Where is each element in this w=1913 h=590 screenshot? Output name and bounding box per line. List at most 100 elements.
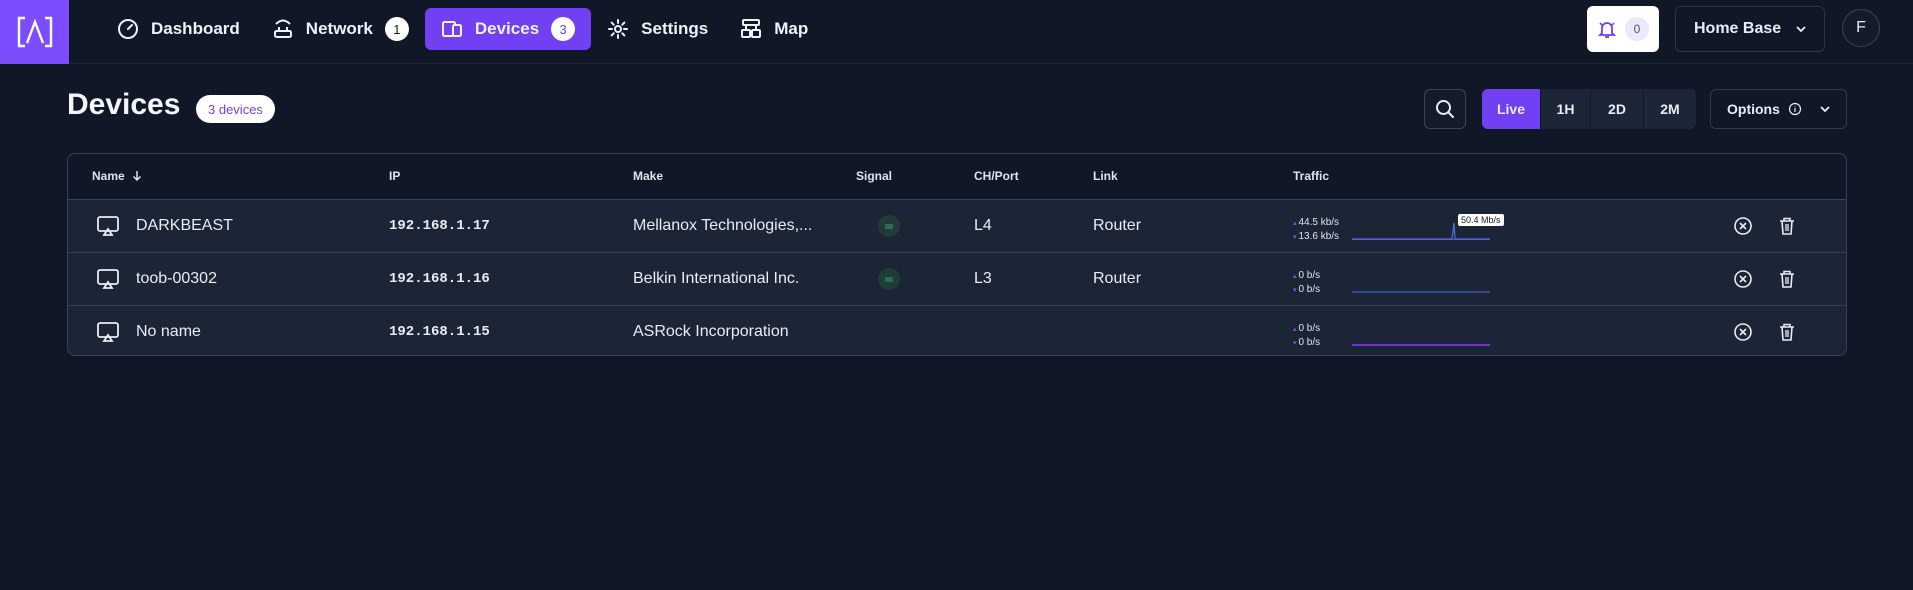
nav-devices-badge: 3 bbox=[551, 17, 576, 41]
device-ip: 192.168.1.15 bbox=[389, 324, 490, 340]
logo-icon bbox=[17, 16, 52, 48]
traffic-sparkline bbox=[1352, 344, 1490, 346]
nav-settings[interactable]: Settings bbox=[591, 8, 724, 50]
notifications-button[interactable]: 0 bbox=[1587, 6, 1659, 52]
gear-icon bbox=[608, 19, 629, 39]
notification-count: 0 bbox=[1625, 17, 1649, 41]
traffic-down: 0 b/s bbox=[1293, 283, 1320, 297]
range-2m-button[interactable]: 2M bbox=[1644, 89, 1696, 129]
top-bar: Dashboard Network 1 Devices 3 Settings M… bbox=[0, 0, 1913, 64]
disconnect-button[interactable] bbox=[1732, 215, 1754, 242]
airplay-device-icon bbox=[97, 322, 119, 342]
column-header-signal[interactable]: Signal bbox=[856, 169, 892, 183]
column-header-port[interactable]: CH/Port bbox=[974, 169, 1019, 183]
column-header-traffic[interactable]: Traffic bbox=[1293, 169, 1329, 183]
nav-map-label: Map bbox=[774, 19, 809, 38]
options-dropdown[interactable]: Options bbox=[1710, 89, 1847, 129]
trash-icon bbox=[1780, 270, 1794, 288]
traffic-down: 13.6 kb/s bbox=[1293, 230, 1339, 244]
search-icon bbox=[1436, 100, 1454, 118]
nav-dashboard[interactable]: Dashboard bbox=[101, 8, 256, 50]
device-port: L4 bbox=[974, 217, 992, 234]
sort-down-icon bbox=[132, 171, 141, 182]
site-name: Home Base bbox=[1694, 20, 1782, 37]
table-row[interactable]: No name 192.168.1.15 ASRock Incorporatio… bbox=[68, 306, 1846, 355]
range-2d-button[interactable]: 2D bbox=[1591, 89, 1644, 129]
column-header-ip[interactable]: IP bbox=[389, 169, 400, 183]
airplay-device-icon bbox=[97, 216, 119, 236]
nav-network-label: Network bbox=[305, 19, 373, 38]
delete-button[interactable] bbox=[1776, 215, 1798, 242]
range-live-button[interactable]: Live bbox=[1482, 89, 1541, 129]
device-make: ASRock Incorporation bbox=[633, 323, 789, 340]
column-header-link[interactable]: Link bbox=[1093, 169, 1118, 183]
device-port: L3 bbox=[974, 270, 992, 287]
traffic-rates: 44.5 kb/s 13.6 kb/s bbox=[1293, 216, 1339, 244]
gauge-icon bbox=[118, 19, 138, 39]
traffic-rates: 0 b/s 0 b/s bbox=[1293, 269, 1320, 297]
close-circle-icon bbox=[1734, 217, 1752, 235]
device-ip: 192.168.1.17 bbox=[389, 218, 490, 234]
delete-button[interactable] bbox=[1776, 268, 1798, 295]
nav-devices-label: Devices bbox=[474, 19, 540, 38]
device-icon bbox=[96, 253, 120, 305]
device-name[interactable]: DARKBEAST bbox=[136, 200, 233, 252]
disconnect-button[interactable] bbox=[1732, 268, 1754, 295]
device-link: Router bbox=[1093, 217, 1142, 234]
traffic-sparkline bbox=[1352, 291, 1490, 293]
site-selector[interactable]: Home Base bbox=[1675, 6, 1825, 52]
ethernet-icon bbox=[885, 277, 893, 282]
table-header: Name IP Make Signal CH/Port Link Traffic bbox=[68, 154, 1846, 200]
device-name[interactable]: No name bbox=[136, 306, 201, 355]
device-icon bbox=[96, 306, 120, 355]
table-row[interactable]: toob-00302 192.168.1.16 Belkin Internati… bbox=[68, 253, 1846, 306]
airplay-device-icon bbox=[97, 269, 119, 289]
traffic-rates: 0 b/s 0 b/s bbox=[1293, 322, 1320, 350]
range-1h-button[interactable]: 1H bbox=[1541, 89, 1591, 129]
device-count-badge: 3 devices bbox=[196, 95, 275, 123]
device-name[interactable]: toob-00302 bbox=[136, 253, 217, 305]
traffic-up: 0 b/s bbox=[1293, 322, 1320, 336]
traffic-down: 0 b/s bbox=[1293, 336, 1320, 350]
chevron-down-icon bbox=[1796, 26, 1806, 33]
close-circle-icon bbox=[1734, 323, 1752, 341]
column-header-name-label: Name bbox=[92, 169, 125, 183]
column-header-make[interactable]: Make bbox=[633, 169, 663, 183]
map-icon bbox=[741, 19, 762, 38]
nav-devices[interactable]: Devices 3 bbox=[424, 8, 592, 50]
device-ip: 192.168.1.16 bbox=[389, 271, 490, 287]
device-make: Belkin International Inc. bbox=[633, 270, 800, 287]
device-link: Router bbox=[1093, 270, 1142, 287]
close-circle-icon bbox=[1734, 270, 1752, 288]
options-label: Options bbox=[1727, 101, 1780, 117]
chevron-down-icon bbox=[1820, 106, 1830, 113]
device-make: Mellanox Technologies,... bbox=[633, 217, 813, 234]
main-nav: Dashboard Network 1 Devices 3 Settings M… bbox=[101, 8, 824, 50]
delete-button[interactable] bbox=[1776, 321, 1798, 348]
traffic-peak-label: 50.4 Mb/s bbox=[1458, 214, 1504, 226]
time-range-selector: Live 1H 2D 2M bbox=[1482, 89, 1696, 129]
traffic-up: 44.5 kb/s bbox=[1293, 216, 1339, 230]
router-icon bbox=[273, 19, 292, 38]
app-logo[interactable] bbox=[0, 0, 69, 64]
table-row[interactable]: DARKBEAST 192.168.1.17 Mellanox Technolo… bbox=[68, 200, 1846, 253]
nav-settings-label: Settings bbox=[641, 19, 709, 38]
signal-indicator bbox=[878, 200, 900, 252]
signal-indicator bbox=[878, 253, 900, 305]
disconnect-button[interactable] bbox=[1732, 321, 1754, 348]
info-icon bbox=[1788, 102, 1801, 116]
ethernet-icon bbox=[885, 224, 893, 229]
trash-icon bbox=[1780, 323, 1794, 341]
devices-table: Name IP Make Signal CH/Port Link Traffic… bbox=[67, 153, 1847, 356]
page-title: Devices bbox=[67, 88, 181, 121]
avatar-initial: F bbox=[1856, 19, 1866, 36]
nav-network-badge: 1 bbox=[384, 17, 409, 41]
trash-icon bbox=[1780, 217, 1794, 235]
device-icon bbox=[96, 200, 120, 252]
column-header-name[interactable]: Name bbox=[92, 169, 143, 183]
search-button[interactable] bbox=[1424, 89, 1466, 129]
nav-map[interactable]: Map bbox=[724, 8, 824, 50]
nav-network[interactable]: Network 1 bbox=[256, 8, 425, 50]
user-avatar[interactable]: F bbox=[1842, 9, 1880, 47]
traffic-up: 0 b/s bbox=[1293, 269, 1320, 283]
